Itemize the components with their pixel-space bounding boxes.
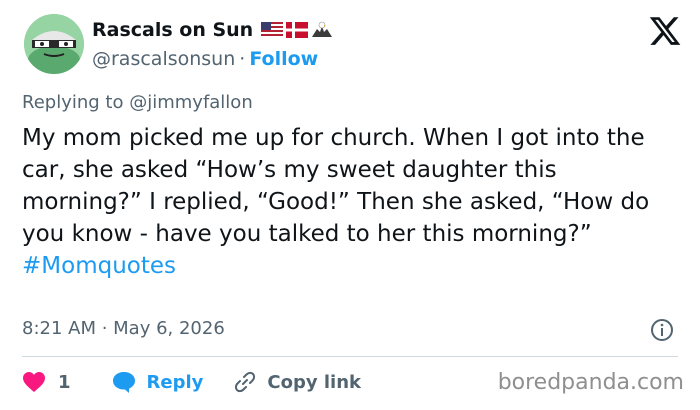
tweet-card: Rascals on Sun @rascalsonsun · Follow Re… [0,0,700,410]
follow-button[interactable]: Follow [249,48,318,70]
x-logo-icon[interactable] [648,14,682,48]
copy-link-button[interactable]: Copy link [233,370,361,394]
us-flag-icon [261,22,284,38]
denmark-flag-icon [286,22,309,38]
tweet-timestamp[interactable]: 8:21 AM · May 6, 2026 [22,318,225,339]
link-icon [235,371,256,393]
eagle-icon [312,21,333,37]
speech-bubble-icon [112,372,135,393]
like-count: 1 [58,371,71,393]
reply-prefix: Replying to [22,92,124,113]
watermark: boredpanda.com [497,370,684,395]
heart-icon [23,372,45,392]
author-handle[interactable]: @rascalsonsun [92,48,235,70]
author-flags [261,21,333,39]
tweet-text: My mom picked me up for church. When I g… [22,122,682,282]
tweet-body: My mom picked me up for church. When I g… [22,125,650,247]
avatar[interactable] [24,14,84,74]
author-display-name[interactable]: Rascals on Sun [92,19,253,41]
separator: · [239,48,246,70]
reply-label: Reply [146,371,204,393]
copy-link-label: Copy link [267,371,361,393]
info-icon[interactable] [650,318,674,342]
action-bar: 1 Reply Copy link [22,367,361,397]
hashtag-link[interactable]: #Momquotes [22,250,682,282]
like-button[interactable]: 1 [22,371,71,393]
divider [22,356,678,357]
reply-context: Replying to @jimmyfallon [22,92,253,113]
reply-mention-link[interactable]: @jimmyfallon [129,92,253,113]
author-handle-row: @rascalsonsun · Follow [92,48,318,70]
reply-button[interactable]: Reply [111,370,204,394]
author-name-row: Rascals on Sun [92,19,333,41]
